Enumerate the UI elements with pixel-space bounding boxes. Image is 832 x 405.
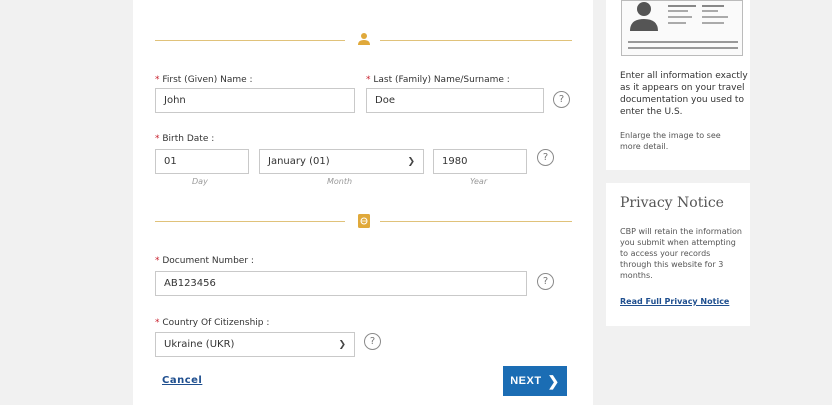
section-divider xyxy=(380,221,572,222)
chevron-right-icon: ❯ xyxy=(547,372,560,389)
help-icon[interactable]: ? xyxy=(537,149,554,166)
document-sample-image[interactable] xyxy=(621,0,743,56)
instruction-text: Enter all information exactly as it appe… xyxy=(620,71,748,117)
month-sublabel: Month xyxy=(327,177,353,186)
chevron-down-icon: ❯ xyxy=(338,339,346,350)
document-number-label: * Document Number : xyxy=(155,256,254,266)
document-number-input[interactable]: AB123456 xyxy=(155,271,527,296)
year-sublabel: Year xyxy=(470,177,488,186)
day-sublabel: Day xyxy=(192,177,208,186)
help-icon[interactable]: ? xyxy=(364,333,381,350)
enlarge-text: Enlarge the image to see more detail. xyxy=(620,131,721,151)
help-icon[interactable]: ? xyxy=(553,91,570,108)
birth-month-select[interactable]: January (01) ❯ xyxy=(259,149,424,174)
last-name-input[interactable]: Doe xyxy=(366,88,544,113)
chevron-down-icon: ❯ xyxy=(407,156,415,167)
last-name-label: * Last (Family) Name/Surname : xyxy=(366,75,510,85)
passport-icon xyxy=(358,214,370,228)
privacy-notice-link[interactable]: Read Full Privacy Notice xyxy=(620,297,729,306)
privacy-text: CBP will retain the information you subm… xyxy=(620,227,742,280)
birth-day-input[interactable]: 01 xyxy=(155,149,249,174)
cancel-link[interactable]: Cancel xyxy=(162,375,202,386)
next-button[interactable]: NEXT ❯ xyxy=(503,366,567,396)
section-divider xyxy=(380,40,572,41)
first-name-label: * First (Given) Name : xyxy=(155,75,253,85)
document-sample-graphic xyxy=(628,2,738,49)
birth-year-input[interactable]: 1980 xyxy=(433,149,527,174)
first-name-input[interactable]: John xyxy=(155,88,355,113)
help-icon[interactable]: ? xyxy=(537,273,554,290)
section-divider xyxy=(155,40,345,41)
person-icon xyxy=(358,33,370,45)
country-label: * Country Of Citizenship : xyxy=(155,318,270,328)
birth-date-label: * Birth Date : xyxy=(155,134,215,144)
privacy-title: Privacy Notice xyxy=(620,195,724,211)
country-select[interactable]: Ukraine (UKR) ❯ xyxy=(155,332,355,357)
section-divider xyxy=(155,221,345,222)
